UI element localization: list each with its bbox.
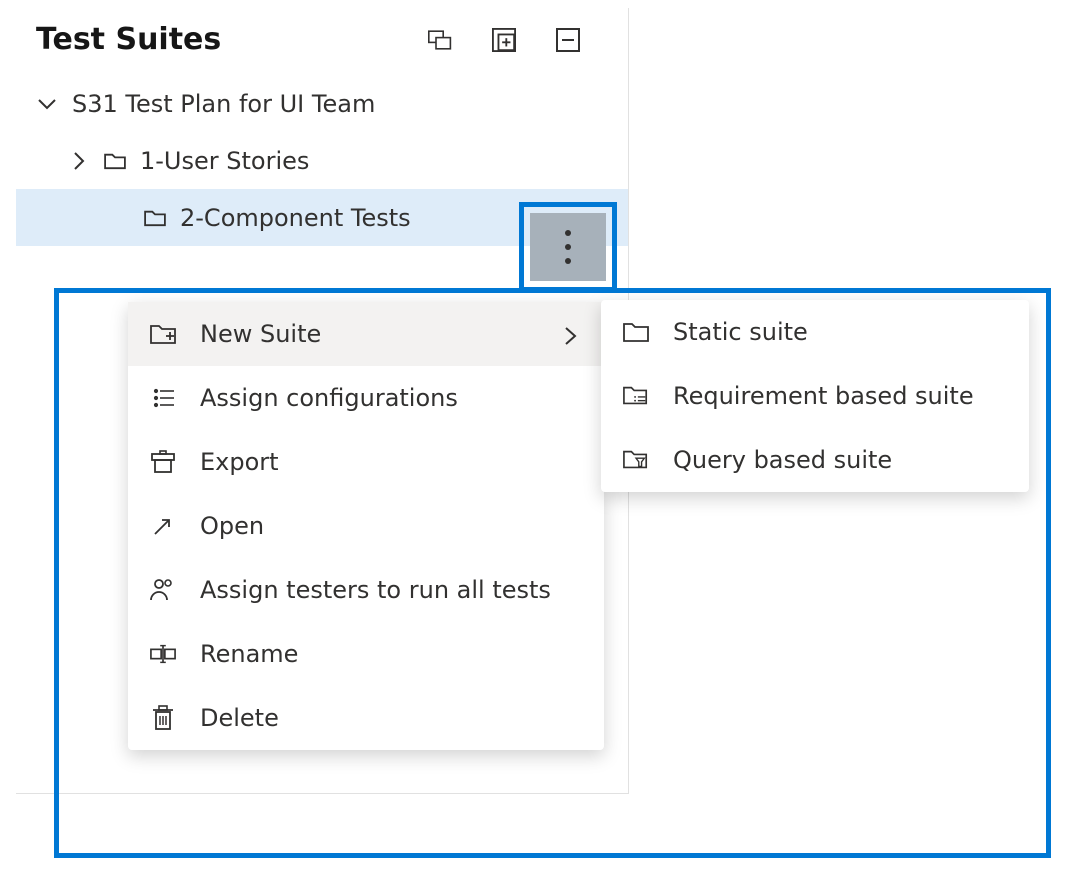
tree-root-row[interactable]: S31 Test Plan for UI Team (16, 75, 628, 132)
kebab-icon (564, 228, 572, 266)
rename-icon (150, 641, 176, 667)
testers-icon (150, 577, 176, 603)
export-icon (150, 449, 176, 475)
tree-item-label: 1-User Stories (140, 147, 309, 175)
query-suite-icon (623, 447, 649, 473)
submenu-item-label: Static suite (673, 318, 1007, 346)
submenu-item-static-suite[interactable]: Static suite (601, 300, 1029, 364)
submenu-item-requirement-suite[interactable]: Requirement based suite (601, 364, 1029, 428)
requirement-suite-icon (623, 383, 649, 409)
chevron-right-icon (564, 325, 582, 343)
submenu-item-label: Requirement based suite (673, 382, 1007, 410)
menu-item-new-suite[interactable]: New Suite (128, 302, 604, 366)
tree-item-label: 2-Component Tests (180, 204, 411, 232)
menu-item-assign-configurations[interactable]: Assign configurations (128, 366, 604, 430)
menu-item-delete[interactable]: Delete (128, 686, 604, 750)
tree-item-user-stories[interactable]: 1-User Stories (16, 132, 628, 189)
folder-icon (104, 152, 126, 170)
collapse-all-icon (556, 28, 580, 52)
chevron-right-icon (68, 150, 90, 172)
clone-icon (428, 28, 452, 52)
folder-icon (623, 319, 649, 345)
panel-header: Test Suites (16, 8, 628, 75)
folder-icon (144, 209, 166, 227)
menu-item-assign-testers[interactable]: Assign testers to run all tests (128, 558, 604, 622)
context-menu: New Suite Assign configurations Expor (128, 302, 604, 750)
new-suite-icon (150, 321, 176, 347)
submenu-item-query-suite[interactable]: Query based suite (601, 428, 1029, 492)
menu-item-label: New Suite (200, 320, 540, 348)
menu-item-rename[interactable]: Rename (128, 622, 604, 686)
menu-item-label: Delete (200, 704, 582, 732)
menu-item-label: Rename (200, 640, 582, 668)
tree-root-label: S31 Test Plan for UI Team (72, 90, 375, 118)
panel-toolbar (428, 28, 616, 52)
submenu-item-label: Query based suite (673, 446, 1007, 474)
more-options-button[interactable] (530, 213, 606, 281)
menu-item-label: Assign configurations (200, 384, 582, 412)
delete-icon (150, 705, 176, 731)
add-nested-icon (492, 27, 516, 53)
collapse-all-button[interactable] (556, 28, 580, 52)
add-nested-button[interactable] (492, 28, 516, 52)
menu-item-label: Open (200, 512, 582, 540)
open-icon (150, 513, 176, 539)
panel-title: Test Suites (36, 22, 221, 57)
clone-button[interactable] (428, 28, 452, 52)
new-suite-submenu: Static suite Requirement based suite Que… (601, 300, 1029, 492)
chevron-down-icon (36, 93, 58, 115)
menu-item-open[interactable]: Open (128, 494, 604, 558)
menu-item-label: Export (200, 448, 582, 476)
more-options-highlight (519, 202, 617, 292)
configurations-icon (150, 385, 176, 411)
menu-item-export[interactable]: Export (128, 430, 604, 494)
menu-item-label: Assign testers to run all tests (200, 576, 582, 604)
